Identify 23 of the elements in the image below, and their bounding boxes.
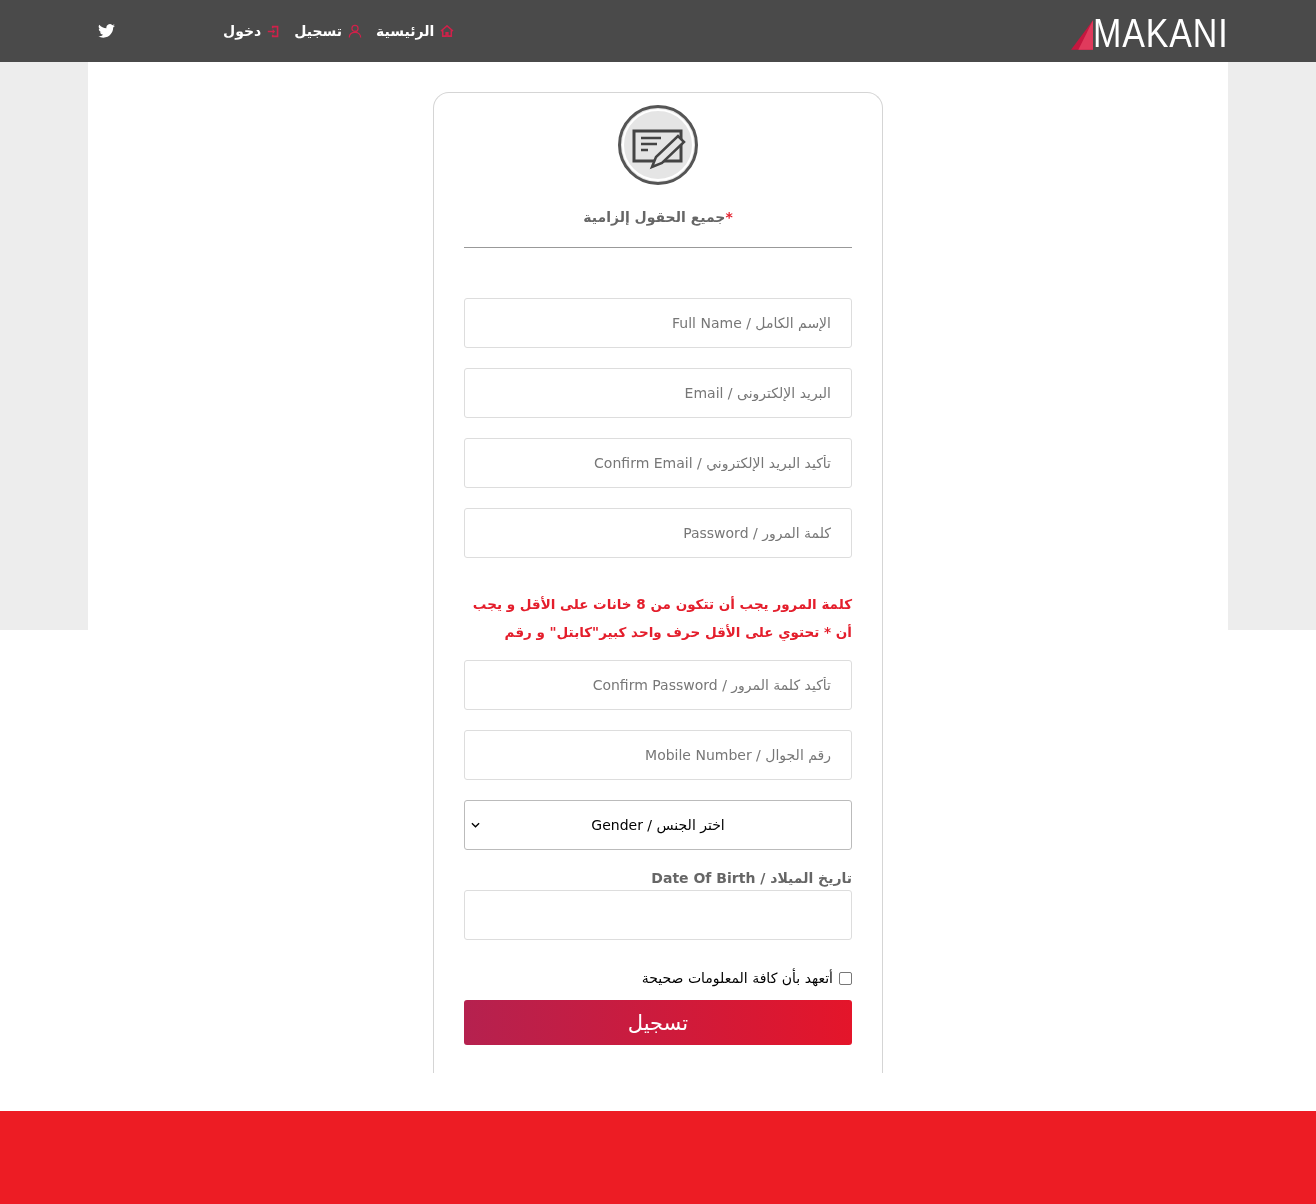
- user-icon: [348, 24, 362, 38]
- triangle-icon: [1070, 19, 1093, 51]
- nav-link[interactable]: تسجيل: [294, 23, 362, 39]
- text-field[interactable]: الإسم الكامل / Full Name: [464, 298, 852, 348]
- register-button[interactable]: تسجيل: [464, 1000, 852, 1045]
- text-field[interactable]: [464, 890, 852, 940]
- home-icon: [440, 25, 455, 37]
- logo[interactable]: MAKANI: [1070, 15, 1228, 51]
- twitter-bird-icon[interactable]: [98, 24, 115, 38]
- required-note: * جميع الحقول إلزامية: [583, 209, 733, 225]
- checkbox[interactable]: [839, 971, 852, 985]
- sign-in-icon: [267, 24, 281, 38]
- form-pencil-icon: [618, 105, 698, 185]
- nav-link[interactable]: الرئيسية: [376, 23, 455, 39]
- text-field[interactable]: البريد الإلكترونى / Email: [464, 368, 852, 418]
- password-hint: كلمة المرور يجب أن تتكون من 8 خانات على الأقل و يجب أن * تحتوي على الأقل حرف واحد كبير"كابتل" و رقم: [471, 595, 852, 643]
- agreement-label: أتعهد بأن كافة المعلومات صحيحة: [641, 970, 833, 986]
- chevron-down-icon: [471, 822, 480, 828]
- text-field[interactable]: رقم الجوال / Mobile Number: [464, 730, 852, 780]
- text-field[interactable]: كلمة المرور / Password: [464, 508, 852, 558]
- gender-select[interactable]: اختر الجنس / Gender: [464, 800, 852, 850]
- field-label: تاريخ الميلاد / Date Of Birth: [650, 870, 852, 886]
- nav-link[interactable]: دخول: [223, 23, 281, 39]
